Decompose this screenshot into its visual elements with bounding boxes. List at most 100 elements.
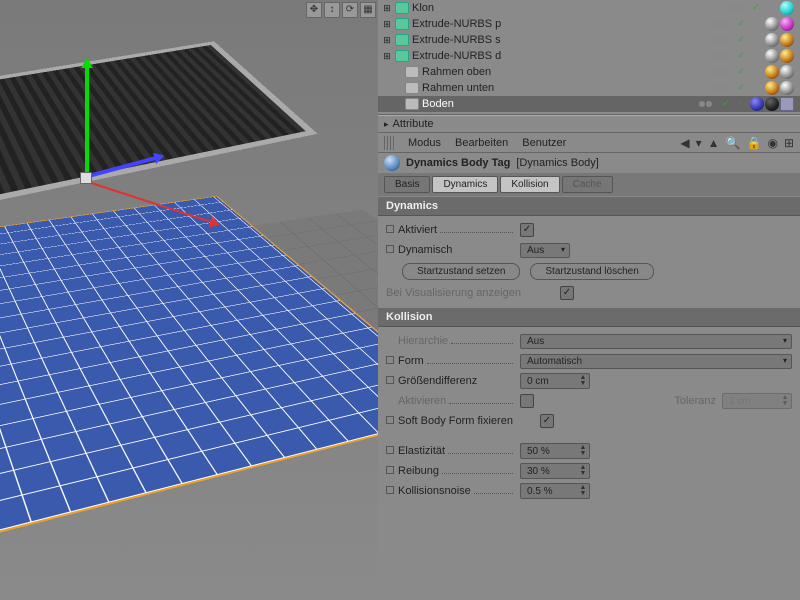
expand-icon[interactable]: ⊞ (382, 51, 392, 62)
spinner-elastizitaet[interactable]: 50 %▲▼ (520, 443, 590, 459)
render-icon[interactable]: · (764, 2, 776, 14)
material-tags[interactable] (765, 65, 800, 79)
material-ball[interactable] (765, 33, 779, 47)
material-tags[interactable] (780, 1, 800, 15)
btn-startzustand-setzen[interactable]: Startzustand setzen (402, 263, 520, 280)
visibility-icon[interactable]: ✓ (720, 98, 732, 110)
material-tags[interactable] (765, 81, 800, 95)
mesh-object[interactable] (0, 41, 318, 208)
visibility-icon[interactable]: ✓ (750, 2, 762, 14)
object-row[interactable]: Rahmen unten✓· (378, 80, 800, 96)
vp-move-icon[interactable]: ✥ (306, 2, 322, 18)
label-dynamisch: Dynamisch (398, 244, 452, 256)
object-type-icon (405, 66, 419, 78)
vp-zoom-icon[interactable]: ↕ (324, 2, 340, 18)
menu-benutzer[interactable]: Benutzer (522, 137, 566, 149)
object-row[interactable]: Boden✓· (378, 96, 800, 112)
object-row[interactable]: ⊞Extrude-NURBS d✓· (378, 48, 800, 64)
gizmo-origin[interactable] (80, 172, 92, 184)
material-ball[interactable] (765, 49, 779, 63)
expand-icon[interactable]: ⊞ (382, 3, 392, 14)
spinner-groesse[interactable]: 0 cm▲▼ (520, 373, 590, 389)
tab-kollision[interactable]: Kollision (500, 176, 559, 193)
lock-icon[interactable]: 🔒 (747, 136, 762, 150)
vp-rotate-icon[interactable]: ⟳ (342, 2, 358, 18)
dynamics-tag-icon[interactable] (780, 97, 794, 111)
object-manager[interactable]: ⊞Klon✓·⊞Extrude-NURBS p✓·⊞Extrude-NURBS … (378, 0, 800, 115)
checkbox-softbody[interactable]: ✓ (540, 414, 554, 428)
material-ball[interactable] (765, 81, 779, 95)
render-icon[interactable]: · (749, 18, 761, 30)
object-row[interactable]: ⊞Klon✓· (378, 0, 800, 16)
tab-dynamics[interactable]: Dynamics (432, 176, 498, 193)
render-icon[interactable]: · (734, 98, 746, 110)
object-row[interactable]: Rahmen oben✓· (378, 64, 800, 80)
expand-icon[interactable]: ⊞ (382, 19, 392, 30)
btn-startzustand-loeschen[interactable]: Startzustand löschen (530, 263, 653, 280)
render-icon[interactable]: · (749, 34, 761, 46)
material-ball[interactable] (780, 33, 794, 47)
nav-up-icon[interactable]: ▲ (708, 136, 720, 150)
material-ball[interactable] (765, 65, 779, 79)
layer-dots[interactable] (710, 53, 731, 59)
dropdown-hierarchie[interactable]: Aus (520, 334, 792, 349)
spinner-reibung[interactable]: 30 %▲▼ (520, 463, 590, 479)
visibility-icon[interactable]: ✓ (735, 18, 747, 30)
layer-dots[interactable] (710, 69, 731, 75)
attr-menu-bar: Modus Bearbeiten Benutzer ◀ ▾ ▲ 🔍 🔒 ◉ ⊞ (378, 133, 800, 153)
expand-icon[interactable]: ⊞ (382, 35, 392, 46)
visibility-icon[interactable]: ✓ (735, 50, 747, 62)
gizmo-y-axis[interactable] (85, 60, 89, 180)
search-icon[interactable]: 🔍 (726, 136, 741, 150)
scene-render (0, 20, 378, 600)
new-icon[interactable]: ◉ (767, 136, 777, 150)
tag-suffix: [Dynamics Body] (516, 157, 599, 169)
visibility-icon[interactable]: ✓ (735, 82, 747, 94)
spinner-kollisionsnoise[interactable]: 0.5 %▲▼ (520, 483, 590, 499)
material-tags[interactable] (765, 33, 800, 47)
layer-dots[interactable] (725, 5, 746, 11)
layer-dots[interactable] (710, 37, 731, 43)
attribute-header: ▸ Attribute (378, 115, 800, 133)
checkbox-aktiviert[interactable]: ✓ (520, 223, 534, 237)
layer-dots[interactable] (710, 85, 731, 91)
material-ball[interactable] (780, 17, 794, 31)
tab-cache[interactable]: Cache (562, 176, 613, 193)
material-ball[interactable] (780, 1, 794, 15)
material-ball[interactable] (765, 17, 779, 31)
object-type-icon (395, 50, 409, 62)
layer-dots[interactable] (695, 101, 716, 107)
material-ball[interactable] (780, 65, 794, 79)
checkbox-visualize[interactable]: ✓ (560, 286, 574, 300)
viewport-3d[interactable]: ✥ ↕ ⟳ ▦ (0, 0, 378, 600)
visibility-icon[interactable]: ✓ (735, 34, 747, 46)
render-icon[interactable]: · (749, 66, 761, 78)
checkbox-aktivieren[interactable] (520, 394, 534, 408)
tab-basis[interactable]: Basis (384, 176, 430, 193)
render-icon[interactable]: · (749, 82, 761, 94)
material-ball[interactable] (780, 81, 794, 95)
disclosure-icon[interactable]: ▸ (384, 119, 389, 130)
label-groesse: Größendifferenz (398, 375, 477, 387)
object-row[interactable]: ⊞Extrude-NURBS s✓· (378, 32, 800, 48)
dropdown-dynamisch[interactable]: Aus (520, 243, 570, 258)
layer-dots[interactable] (710, 21, 731, 27)
material-ball[interactable] (765, 97, 779, 111)
more-icon[interactable]: ⊞ (784, 136, 794, 150)
object-type-icon (405, 98, 419, 110)
menu-bearbeiten[interactable]: Bearbeiten (455, 137, 508, 149)
vp-layout-icon[interactable]: ▦ (360, 2, 376, 18)
grip-icon[interactable] (384, 136, 394, 150)
nav-dropdown-icon[interactable]: ▾ (696, 136, 702, 150)
material-ball[interactable] (780, 49, 794, 63)
object-row[interactable]: ⊞Extrude-NURBS p✓· (378, 16, 800, 32)
render-icon[interactable]: · (749, 50, 761, 62)
menu-modus[interactable]: Modus (408, 137, 441, 149)
dropdown-form[interactable]: Automatisch (520, 354, 792, 369)
material-tags[interactable] (765, 49, 800, 63)
material-tags[interactable] (750, 97, 800, 111)
material-ball[interactable] (750, 97, 764, 111)
visibility-icon[interactable]: ✓ (735, 66, 747, 78)
nav-back-icon[interactable]: ◀ (680, 136, 689, 150)
material-tags[interactable] (765, 17, 800, 31)
